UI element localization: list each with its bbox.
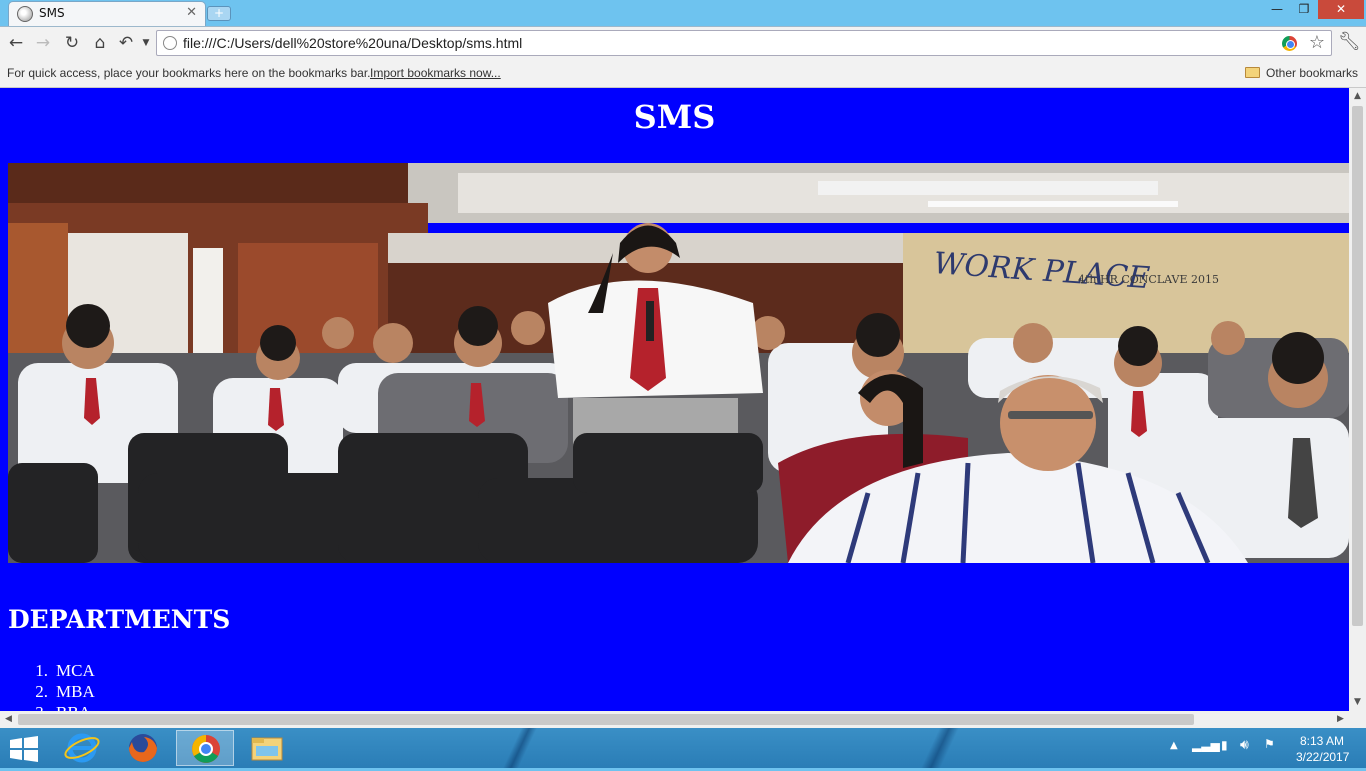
new-tab-button[interactable]: +	[207, 6, 231, 21]
scroll-left-icon[interactable]: ◀	[0, 711, 17, 728]
department-name: MCA	[56, 661, 95, 680]
chrome-icon[interactable]	[1282, 36, 1297, 51]
clock-time[interactable]: 8:13 AM	[1300, 734, 1344, 748]
windows-start-icon[interactable]	[8, 736, 40, 762]
volume-icon[interactable]: 🔊︎	[1240, 737, 1249, 753]
browser-toolbar: ← → ↻ ⌂ ↶ ▼ file:///C:/Users/dell%20stor…	[0, 26, 1366, 59]
vertical-scroll-thumb[interactable]	[1352, 106, 1363, 626]
internet-explorer-icon[interactable]	[53, 730, 111, 766]
page-icon	[163, 36, 177, 50]
list-item: 3.BBA	[20, 702, 95, 711]
bookmark-star-icon[interactable]: ☆	[1309, 32, 1325, 53]
wrench-icon[interactable]: 🔧︎	[1338, 31, 1361, 52]
chrome-taskbar-icon[interactable]	[176, 730, 234, 766]
dropdown-arrow-icon[interactable]: ▼	[135, 32, 157, 54]
vertical-scrollbar[interactable]: ▲ ▼	[1349, 88, 1366, 711]
firefox-icon[interactable]	[114, 730, 172, 766]
other-bookmarks[interactable]: Other bookmarks	[1266, 66, 1358, 80]
departments-list: 1.MCA 2.MBA 3.BBA	[20, 660, 95, 711]
bookmarks-hint: For quick access, place your bookmarks h…	[7, 66, 371, 80]
horizontal-scrollbar[interactable]: ◀ ▶	[0, 711, 1366, 728]
page-viewport: SMS WORK PLACE 4th HR CONCLAVE 2015 DEPA…	[0, 88, 1349, 711]
departments-heading: DEPARTMENTS	[8, 605, 231, 634]
classroom-photo: WORK PLACE 4th HR CONCLAVE 2015	[8, 163, 1349, 563]
globe-icon	[17, 6, 33, 22]
bookmarks-bar: For quick access, place your bookmarks h…	[0, 59, 1366, 88]
url-text[interactable]: file:///C:/Users/dell%20store%20una/Desk…	[183, 35, 522, 51]
undo-icon[interactable]: ↶	[115, 32, 137, 54]
horizontal-scroll-thumb[interactable]	[18, 714, 1194, 725]
forward-icon[interactable]: →	[32, 32, 54, 54]
battery-icon[interactable]: ▮	[1221, 738, 1228, 752]
maximize-button[interactable]: ❐	[1291, 0, 1317, 19]
file-explorer-icon[interactable]	[238, 730, 296, 766]
home-icon[interactable]: ⌂	[89, 32, 111, 54]
network-icon[interactable]: ▂▃▅	[1192, 738, 1220, 752]
svg-text:4th HR CONCLAVE 2015: 4th HR CONCLAVE 2015	[1078, 273, 1219, 286]
department-name: MBA	[56, 682, 95, 701]
close-window-button[interactable]: ✕	[1318, 0, 1364, 19]
import-bookmarks-link[interactable]: Import bookmarks now...	[370, 66, 501, 80]
action-center-icon[interactable]: ⚑	[1264, 737, 1275, 751]
title-bar: SMS ✕ + — ❐ ✕	[0, 0, 1366, 26]
list-item: 1. MCA	[35, 661, 95, 680]
folder-icon	[1245, 67, 1260, 78]
minimize-button[interactable]: —	[1264, 0, 1290, 19]
list-item: 2. MBA	[35, 682, 95, 701]
department-name: BBA	[56, 703, 91, 711]
scroll-down-icon[interactable]: ▼	[1349, 694, 1366, 711]
tab-close-icon[interactable]: ✕	[186, 5, 197, 20]
taskbar: ▲ ▂▃▅ ▮ 🔊︎ ⚑ 8:13 AM 3/22/2017	[0, 728, 1366, 768]
tab-title: SMS	[39, 6, 65, 20]
scroll-up-icon[interactable]: ▲	[1349, 88, 1366, 105]
reload-icon[interactable]: ↻	[61, 32, 83, 54]
show-hidden-icons-icon[interactable]: ▲	[1170, 740, 1178, 751]
clock-date[interactable]: 3/22/2017	[1296, 750, 1349, 764]
page-title: SMS	[633, 98, 716, 136]
back-icon[interactable]: ←	[5, 32, 27, 54]
browser-tab[interactable]: SMS ✕	[8, 1, 206, 26]
address-bar[interactable]: file:///C:/Users/dell%20store%20una/Desk…	[156, 30, 1332, 56]
scroll-right-icon[interactable]: ▶	[1332, 711, 1349, 728]
